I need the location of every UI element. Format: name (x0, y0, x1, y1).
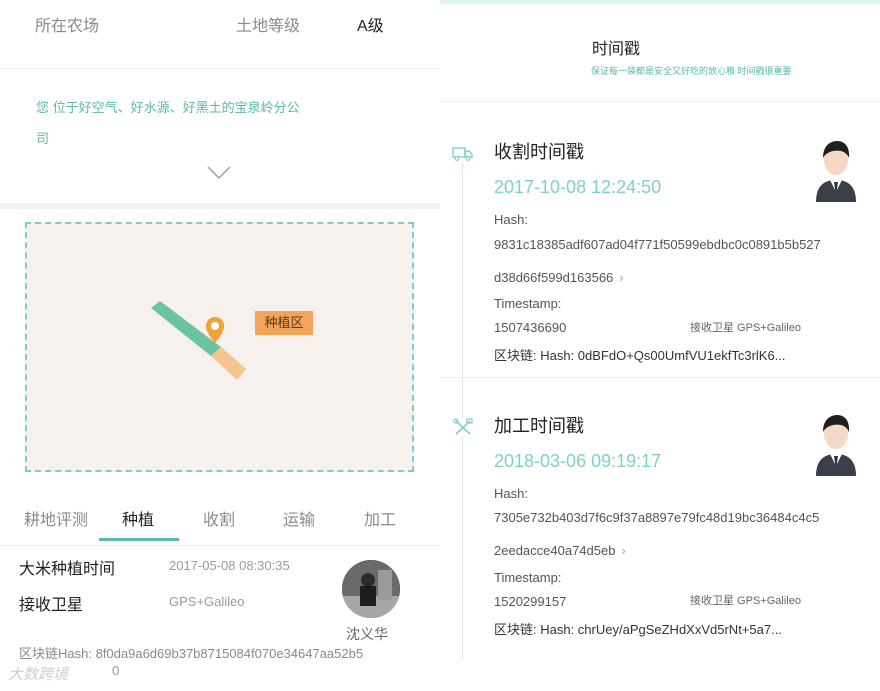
timestamp-panel: 时间戳 保证每一袋都是安全又好吃的放心粮 时间戳很重要 收割时间戳 2017-1… (440, 0, 880, 691)
timestamp-value: 1520299157 (494, 594, 567, 609)
farm-label: 所在农场 (35, 18, 100, 35)
chevron-right-icon[interactable]: › (621, 543, 625, 558)
divider (0, 68, 440, 69)
operator-avatar (816, 415, 856, 476)
planting-time-value: 2017-05-08 08:30:35 (169, 558, 290, 573)
tab-processing[interactable]: 加工 (364, 506, 396, 530)
timeline-line (462, 160, 463, 660)
hash-value-line2[interactable]: 2eedacce40a74d5eb › (494, 543, 626, 558)
operator-avatar (816, 141, 856, 202)
field-map[interactable] (25, 222, 414, 472)
divider (440, 101, 880, 102)
satellite-info: 接收卫星 GPS+Galileo (690, 595, 801, 607)
planting-time-label: 大米种植时间 (19, 561, 116, 578)
hash-value-text: 2eedacce40a74d5eb (494, 543, 616, 558)
process-tabs: 耕地评测 种植 收割 运输 加工 (0, 496, 440, 542)
hash-value-line1: 9831c18385adf607ad04f771f50599ebdbc0c089… (494, 237, 821, 252)
truck-icon (452, 144, 474, 162)
timestamp-label: Timestamp: (494, 296, 562, 311)
tab-land-evaluation[interactable]: 耕地评测 (24, 506, 88, 530)
processing-time: 2018-03-06 09:19:17 (494, 451, 662, 471)
hash-value-text: d38d66f599d163566 (494, 270, 614, 285)
farm-description: 您 位于好空气、好水源、好黑土的宝泉岭分公 司 (36, 92, 366, 154)
blockchain-hash[interactable]: 区块链: Hash: 0dBFdO+Qs00UmfVU1ekfTc3rlK6..… (494, 345, 786, 364)
farmer-avatar[interactable] (342, 560, 400, 618)
blockchain-hash[interactable]: 区块链: Hash: chrUey/aPgSeZHdXxVd5rNt+5a7..… (494, 619, 782, 638)
page-title: 时间戳 (592, 41, 641, 58)
planting-zone-label[interactable]: 种植区 (255, 311, 313, 335)
divider (440, 377, 880, 378)
farm-detail-panel: 所在农场 土地等级 A级 您 位于好空气、好水源、好黑土的宝泉岭分公 司 种植区 (0, 0, 440, 691)
divider (0, 545, 440, 546)
satellite-value: GPS+Galileo (169, 594, 245, 609)
land-grade-label: 土地等级 (236, 18, 301, 35)
timestamp-label: Timestamp: (494, 570, 562, 585)
land-grade-value: A级 (357, 18, 384, 35)
blockchain-hash: 区块链Hash: 8f0da9a6d69b37b8715084f070e3464… (19, 646, 364, 661)
watermark-logo: 大数跨境 (8, 666, 69, 683)
chevron-right-icon[interactable]: › (619, 270, 623, 285)
chevron-down-icon[interactable] (207, 166, 231, 180)
location-pin-icon[interactable] (205, 316, 225, 344)
top-accent-strip (440, 0, 880, 4)
description-line: 您 位于好空气、好水源、好黑土的宝泉岭分公 (36, 100, 300, 115)
field-map-drawing (151, 301, 246, 380)
processing-timestamp-title: 加工时间戳 (494, 416, 584, 436)
farm-info-row: 所在农场 土地等级 A级 (0, 8, 440, 36)
satellite-info: 接收卫星 GPS+Galileo (690, 322, 801, 334)
tab-transport[interactable]: 运输 (283, 506, 315, 530)
section-divider (0, 203, 440, 209)
tools-icon (452, 418, 474, 436)
hash-label: Hash: (494, 212, 528, 227)
harvest-timestamp-title: 收割时间戳 (494, 142, 584, 162)
active-tab-indicator (99, 538, 179, 541)
hash-value-line2[interactable]: d38d66f599d163566 › (494, 270, 624, 285)
satellite-label: 接收卫星 (19, 597, 84, 614)
timestamp-value: 1507436690 (494, 320, 567, 335)
hash-value-line1: 7305e732b403d7f6c9f37a8897e79fc48d19bc36… (494, 510, 820, 525)
harvest-time: 2017-10-08 12:24:50 (494, 177, 662, 197)
field-strip-orange (211, 347, 246, 380)
app-screen: 所在农场 土地等级 A级 您 位于好空气、好水源、好黑土的宝泉岭分公 司 种植区 (0, 0, 880, 691)
farmer-name: 沈义华 (346, 626, 388, 642)
farmer-photo (342, 560, 400, 618)
description-line: 司 (36, 131, 50, 146)
tab-harvest[interactable]: 收割 (203, 506, 235, 530)
tab-planting[interactable]: 种植 (122, 506, 154, 530)
hash-overflow-text: 0 (112, 663, 120, 678)
page-subtitle: 保证每一袋都是安全又好吃的放心粮 时间戳很重要 (591, 66, 792, 76)
hash-label: Hash: (494, 486, 528, 501)
